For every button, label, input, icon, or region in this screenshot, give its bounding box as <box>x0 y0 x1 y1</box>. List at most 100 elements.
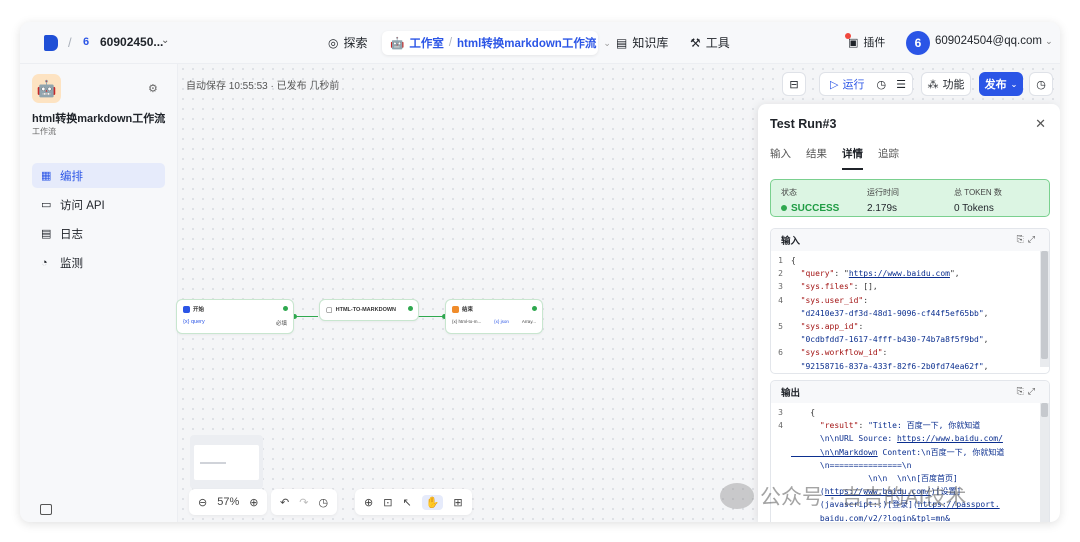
node-var: {x} query <box>183 319 205 325</box>
hand-icon[interactable]: ✋ <box>421 494 444 510</box>
watermark-text: 公众号 · 吉吉的AI技术 <box>760 486 967 509</box>
redo-icon[interactable]: ↷ <box>299 496 308 509</box>
copy-expand-icons[interactable]: ⎘⤢ <box>1017 234 1039 245</box>
run-toolbar: ▷ 运行 ◷ ☰ <box>819 72 913 96</box>
features-button[interactable]: ⁂ 功能 <box>921 72 971 96</box>
tokens-label: 总 TOKEN 数 <box>954 188 1002 197</box>
play-icon[interactable]: ▷ <box>830 78 838 91</box>
features-label: 功能 <box>942 79 965 91</box>
layout-organize-icon[interactable]: ⊞ <box>453 496 462 509</box>
nav-studio-pill[interactable]: 🤖 工作室 / html转换markdown工作流 ⌄ <box>382 31 611 55</box>
minimap-nodes <box>200 462 226 464</box>
end-node-icon <box>452 305 459 313</box>
scrollbar[interactable] <box>1040 403 1049 522</box>
scrollbar[interactable] <box>1040 251 1049 367</box>
nav-plugins-label: 插件 <box>863 37 886 49</box>
sidebar-item-logs[interactable]: ▤ 日志 <box>32 221 165 246</box>
input-header: 输入 ⎘⤢ <box>771 229 1049 251</box>
chevron-down-icon[interactable]: ⌄ <box>603 38 611 49</box>
tokens-value: 0 Tokens <box>954 203 994 214</box>
minimap[interactable] <box>190 435 263 489</box>
input-code[interactable]: 1{ 2 "query": " https://www.baidu.com ", 3… <box>771 251 1049 373</box>
node-required: 必填 <box>275 321 287 327</box>
zoom-level[interactable]: 57% <box>217 496 239 508</box>
top-bar: / 6 60902450... ⌄ ◎ 探索 🤖 工作室 / html转换mar… <box>20 22 1060 64</box>
settings-sliders-icon[interactable]: ⚙ <box>148 82 158 95</box>
node-title: 结束 <box>462 307 474 313</box>
node-var: Array... <box>521 319 536 324</box>
pointer-icon[interactable]: ↖ <box>402 496 411 509</box>
nav-studio-label[interactable]: 工作室 <box>409 35 444 51</box>
history-icon[interactable]: ◷ <box>876 78 886 91</box>
watermark: 公众号 · 吉吉的AI技术 <box>720 481 967 511</box>
workflow-breadcrumb[interactable]: html转换markdown工作流 <box>457 35 596 51</box>
hammer-icon: ⚒ <box>690 35 701 50</box>
avatar[interactable]: 6 <box>906 31 930 55</box>
tab-result[interactable]: 结果 <box>806 146 827 170</box>
terminal-icon: ▭ <box>41 199 52 211</box>
success-dot <box>532 306 537 311</box>
compass-icon: ◎ <box>328 35 339 50</box>
env-button[interactable]: ⊟ <box>782 72 806 96</box>
sidebar-item-label: 日志 <box>60 228 83 241</box>
user-email[interactable]: 609024504@qq.com ⌄ <box>935 35 1053 47</box>
autosave-status: 自动保存 10:55:53 · 已发布 几秒前 <box>186 81 340 92</box>
node-html-to-markdown[interactable]: ▢ HTML-TO-MARKDOWN <box>319 299 419 321</box>
status-badge: SUCCESS <box>781 203 839 214</box>
edge-middle-end <box>418 316 444 317</box>
version-history-button[interactable]: ◷ <box>1029 72 1053 96</box>
tab-trace[interactable]: 追踪 <box>878 146 899 170</box>
sidebar-item-orchestrate[interactable]: ▦ 编排 <box>32 163 165 188</box>
log-icon: ▤ <box>41 228 52 240</box>
notification-dot <box>845 32 851 39</box>
node-title: HTML-TO-MARKDOWN <box>335 307 397 313</box>
wechat-logo-icon <box>720 483 754 509</box>
publish-label: 发布 <box>984 79 1007 91</box>
nav-explore-label: 探索 <box>343 36 368 50</box>
sidebar-item-label: 编排 <box>60 170 83 183</box>
nav-knowledge[interactable]: ▤ 知识库 <box>616 34 668 51</box>
nav-knowledge-label: 知识库 <box>632 36 669 50</box>
input-title: 输入 <box>781 236 801 247</box>
scrollbar-thumb[interactable] <box>1041 251 1048 359</box>
workspace-number[interactable]: 6 <box>83 36 89 48</box>
history-icon[interactable]: ◷ <box>318 496 328 509</box>
checklist-icon[interactable]: ☰ <box>896 78 906 91</box>
zoom-out-icon[interactable]: ⊖ <box>198 496 207 509</box>
zoom-toolbar: ⊖ 57% ⊕ <box>189 489 268 515</box>
chevron-down-icon[interactable]: ⌄ <box>161 35 169 46</box>
plugin-icon: ▣ <box>845 32 858 49</box>
layout-icon: ▦ <box>41 170 52 182</box>
user-email-text: 609024504@qq.com <box>935 35 1042 47</box>
workflow-app-icon: 🤖 <box>32 74 61 103</box>
zoom-in-icon[interactable]: ⊕ <box>249 496 258 509</box>
add-node-icon[interactable]: ⊕ <box>364 496 373 509</box>
tab-input[interactable]: 输入 <box>770 146 791 170</box>
nav-tools-label: 工具 <box>705 36 730 50</box>
copy-expand-icons[interactable]: ⎘⤢ <box>1017 386 1039 397</box>
runtime-label: 运行时间 <box>867 188 899 197</box>
nav-tools[interactable]: ⚒ 工具 <box>690 34 730 51</box>
run-status-card: 状态 SUCCESS 运行时间 2.179s 总 TOKEN 数 0 Token… <box>770 179 1050 217</box>
close-icon[interactable]: ✕ <box>1035 116 1046 132</box>
scrollbar-thumb[interactable] <box>1041 403 1048 417</box>
nav-explore[interactable]: ◎ 探索 <box>328 34 368 51</box>
breadcrumb-separator: / <box>68 35 72 50</box>
start-node-icon <box>183 305 190 313</box>
run-button[interactable]: 运行 <box>842 76 864 92</box>
app-logo-icon[interactable] <box>44 35 58 51</box>
sidebar-item-monitor[interactable]: ◔ 监测 <box>32 250 165 275</box>
output-title: 输出 <box>781 388 801 399</box>
nav-plugins[interactable]: ▣ 插件 <box>845 32 886 50</box>
undo-icon[interactable]: ↶ <box>280 496 289 509</box>
tab-detail[interactable]: 详情 <box>842 146 863 170</box>
app-window: / 6 60902450... ⌄ ◎ 探索 🤖 工作室 / html转换mar… <box>20 22 1060 522</box>
add-note-icon[interactable]: ⊡ <box>383 496 392 509</box>
node-end[interactable]: 结束 {x} html-to-m... {x} json Array... <box>445 299 543 334</box>
workspace-name[interactable]: 60902450... <box>100 35 163 49</box>
chevron-down-icon[interactable]: ⌄ <box>1045 36 1053 46</box>
sidebar-item-api[interactable]: ▭ 访问 API <box>32 192 165 217</box>
collapse-sidebar-icon[interactable] <box>40 504 52 515</box>
node-start[interactable]: 开始 {x} query 必填 <box>176 299 294 334</box>
publish-button[interactable]: 发布 ⌄ <box>979 72 1023 96</box>
